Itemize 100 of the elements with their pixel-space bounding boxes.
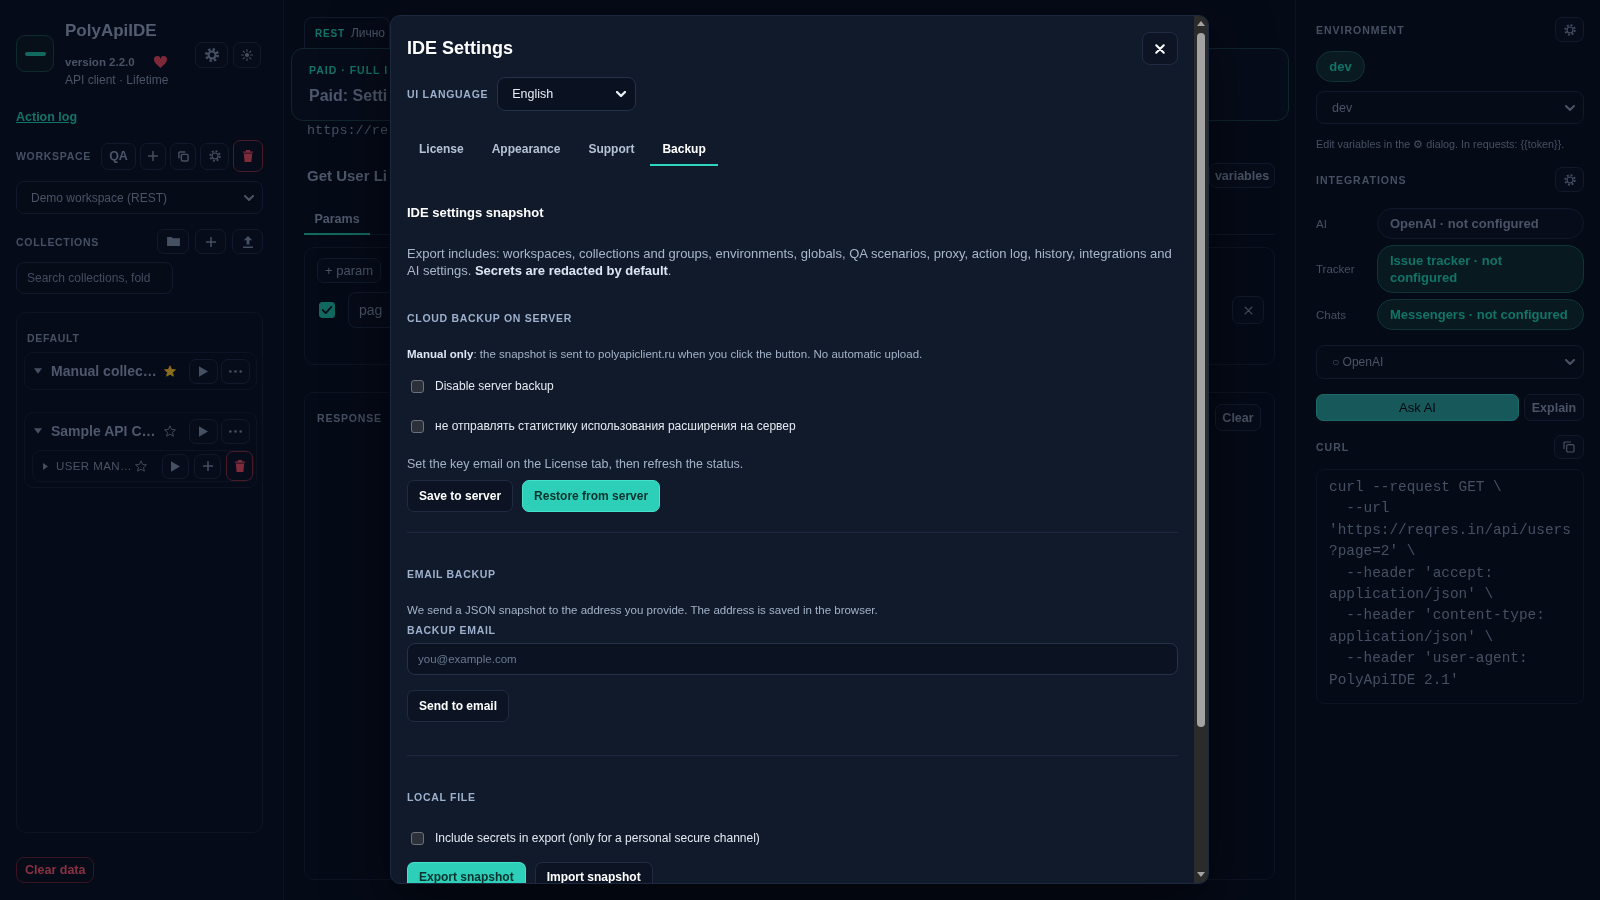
caret-icon[interactable] (43, 462, 48, 470)
copy-button[interactable] (1554, 435, 1584, 459)
integration-label: Chats (1316, 308, 1348, 321)
workspace-select[interactable]: Demo workspace (REST) (16, 181, 263, 214)
check-icon (322, 306, 332, 314)
star-icon[interactable] (135, 460, 147, 472)
action-button[interactable]: Send to email (407, 690, 510, 722)
snapshot-description: Export includes: workspaces, collections and groups, environments, globals, QA scenarios, proxy, action log, history, integrations and AI settings. Secrets are redacted by default. (407, 245, 1173, 279)
search-field[interactable]: Search collections, fold (16, 262, 173, 294)
star-icon[interactable] (164, 365, 176, 377)
code-line: application/json' \ (1329, 585, 1495, 605)
play-icon (199, 365, 208, 377)
settings-button[interactable] (195, 42, 228, 68)
caret-icon[interactable] (34, 428, 42, 434)
collection-card[interactable]: Sample API C… USER MAN… (24, 412, 257, 488)
settings-tab[interactable]: Support (576, 134, 647, 166)
curl-label: CURL (1316, 440, 1350, 454)
settings-tab[interactable]: Backup (650, 134, 718, 166)
folder-name: USER MAN… (56, 460, 133, 472)
integration-status[interactable]: Messengers · not configured (1377, 299, 1584, 330)
param-key-field[interactable]: pag (348, 292, 390, 328)
settings-button[interactable] (200, 142, 229, 170)
request-name: Get User Li (307, 167, 388, 184)
run-button[interactable] (189, 358, 218, 384)
settings-tab[interactable]: Appearance (479, 134, 573, 166)
more-button[interactable] (221, 358, 250, 384)
clear-data-button[interactable]: Clear data (16, 857, 95, 883)
scroll-up-icon[interactable] (1197, 21, 1205, 26)
environment-chip[interactable]: dev (1316, 51, 1365, 82)
scrollbar[interactable] (1194, 16, 1208, 883)
scroll-down-icon[interactable] (1197, 872, 1205, 877)
delete-button[interactable] (233, 140, 263, 172)
settings-tab[interactable]: License (407, 134, 476, 166)
action-button[interactable]: Restore from server (522, 480, 661, 512)
import-button[interactable] (232, 229, 263, 254)
close-button[interactable] (1142, 32, 1178, 65)
integration-status[interactable]: Issue tracker · not configured (1377, 245, 1584, 293)
play-icon (171, 460, 180, 472)
language-select[interactable]: English (497, 77, 637, 111)
provider-select[interactable]: ○ OpenAI (1316, 345, 1584, 379)
checkbox[interactable] (319, 302, 335, 318)
settings-button[interactable] (1555, 167, 1584, 192)
add-param-button[interactable]: + param (317, 258, 381, 283)
request-tab[interactable]: Params (304, 200, 370, 235)
clear-button[interactable]: Clear (1215, 404, 1261, 431)
explain-button[interactable]: Explain (1524, 394, 1584, 421)
settings-button[interactable] (1555, 17, 1584, 42)
copy-icon (177, 150, 189, 162)
new-folder-button[interactable] (157, 229, 189, 254)
snapshot-heading: IDE settings snapshot (407, 204, 544, 222)
delete-button[interactable] (226, 451, 253, 481)
response-label: RESPONSE (317, 410, 382, 425)
url-text: https://re (307, 122, 388, 140)
code-line: --header 'accept: (1345, 563, 1495, 583)
chevron-down-icon (244, 194, 254, 201)
gear-icon (1563, 23, 1576, 36)
workspace-label: WORKSPACE (16, 149, 91, 163)
run-button[interactable] (189, 418, 218, 444)
action-button[interactable]: Save to server (407, 480, 514, 512)
variables-button[interactable]: variables (1209, 163, 1275, 188)
checkbox[interactable] (411, 419, 424, 433)
folder-card[interactable]: USER MAN… (32, 450, 254, 482)
add-button[interactable] (194, 453, 221, 479)
integration-label: Tracker (1316, 263, 1356, 275)
collection-name: Manual collec… (51, 363, 158, 379)
add-button[interactable] (195, 229, 226, 254)
integrations-label: INTEGRATIONS (1316, 172, 1407, 187)
section-heading: CLOUD BACKUP ON SERVER (407, 311, 572, 325)
code-line: --header 'user-agent: (1345, 649, 1529, 669)
more-button[interactable] (221, 418, 250, 444)
action-button[interactable]: Export snapshot (407, 862, 526, 883)
caret-icon[interactable] (34, 368, 42, 374)
star-icon[interactable] (164, 425, 176, 437)
action-log-link[interactable]: Action log (16, 108, 78, 126)
run-button[interactable] (162, 453, 189, 479)
section-heading: LOCAL FILE (407, 790, 476, 804)
environment-select[interactable]: dev (1316, 91, 1584, 124)
collection-name: Sample API C… (51, 423, 157, 439)
duplicate-button[interactable] (170, 142, 196, 170)
plan-label: API client · Lifetime (65, 72, 169, 88)
checkbox[interactable] (411, 831, 424, 845)
code-line: --header 'content-type: (1345, 606, 1546, 626)
email-field[interactable]: you@example.com (407, 643, 1178, 675)
trash-icon (234, 460, 245, 472)
theme-button[interactable] (233, 42, 261, 68)
ask-ai-button[interactable]: Ask AI (1316, 394, 1519, 421)
close-icon (1155, 43, 1165, 54)
chevron-down-icon (616, 91, 627, 97)
qa-button[interactable]: QA (101, 142, 136, 170)
code-line: application/json' \ (1329, 627, 1495, 647)
collection-card[interactable]: Manual collec… (24, 352, 257, 390)
add-button[interactable] (140, 142, 166, 170)
checkbox[interactable] (411, 379, 424, 393)
integration-status[interactable]: OpenAI · not configured (1377, 208, 1584, 239)
action-button[interactable]: Import snapshot (534, 862, 653, 883)
scrollbar-thumb[interactable] (1197, 33, 1205, 727)
language-label: UI LANGUAGE (407, 87, 489, 101)
chevron-down-icon (1565, 104, 1575, 111)
section-heading: EMAIL BACKUP (407, 567, 496, 581)
folder-icon (166, 237, 180, 246)
